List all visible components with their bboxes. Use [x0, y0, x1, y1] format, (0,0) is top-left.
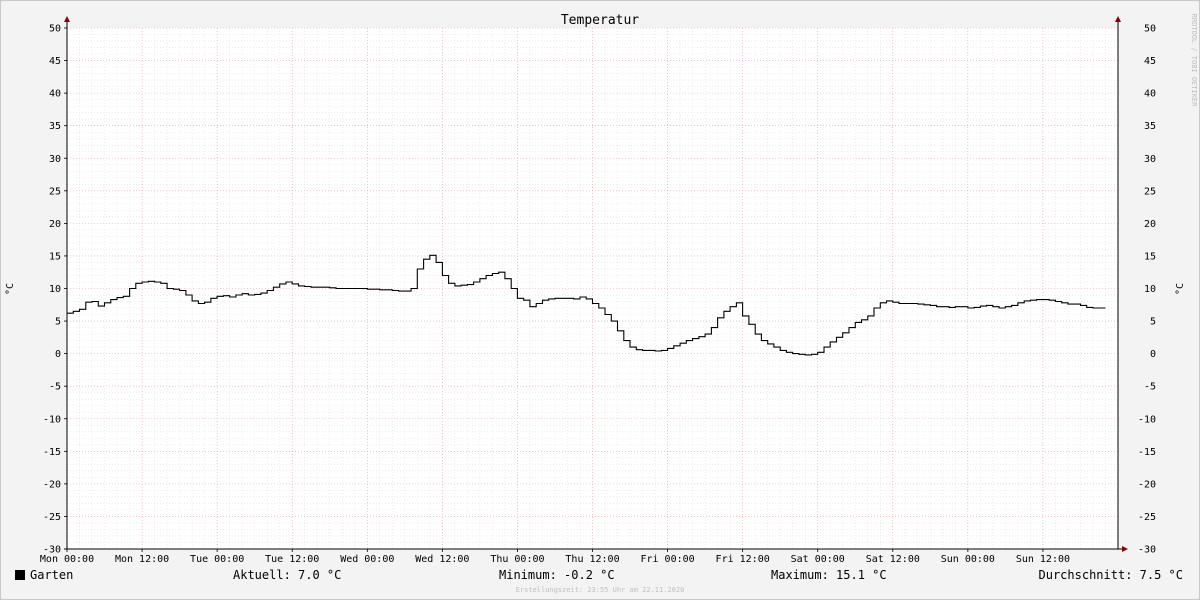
x-tick-label: Mon 00:00 [40, 554, 94, 565]
x-tick-label: Sat 12:00 [866, 554, 920, 565]
y-tick-label-right: -20 [1138, 479, 1156, 490]
y-tick-label-right: -15 [1138, 447, 1156, 458]
y-tick-label-left: 20 [49, 219, 61, 230]
x-tick-label: Tue 00:00 [190, 554, 244, 565]
legend-aktuell: Aktuell: 7.0 °C [233, 568, 341, 582]
y-tick-label-left: 15 [49, 251, 61, 262]
y-tick-label-right: 40 [1144, 89, 1156, 100]
x-axis: Mon 00:00 Mon 12:00 Tue 00:00 Tue 12:00 Wed … [40, 554, 1070, 565]
y-tick-label-left: 25 [49, 186, 61, 197]
y-tick-label-right: 25 [1144, 186, 1156, 197]
y-tick-label-right: -5 [1144, 382, 1156, 393]
y-tick-label-right: 35 [1144, 121, 1156, 132]
y-tick-label-left: 50 [49, 24, 61, 35]
y-tick-label-left: 45 [49, 56, 61, 67]
y-axis-left: 50454035302520151050-5-10-15-20-25-30 [43, 24, 61, 556]
chart-container: 50 45 40 35 30 25 20 15 10 5 0 -5 -10 -15 -20 -25 -30 50… [0, 0, 1200, 600]
y-tick-label-right: 20 [1144, 219, 1156, 230]
x-tick-label: Thu 12:00 [565, 554, 619, 565]
y-tick-label-right: 5 [1150, 317, 1156, 328]
watermark: RRDTOOL / TOBI OETIKER [1190, 14, 1198, 108]
chart-title: Temperatur [561, 13, 639, 28]
legend-swatch-garten [15, 570, 25, 580]
y-tick-label-left: -5 [49, 382, 61, 393]
x-tick-label: Fri 00:00 [640, 554, 694, 565]
y-tick-label-right: 50 [1144, 24, 1156, 35]
y-axis-arrow-right [1115, 16, 1121, 22]
y-tick-label-left: 5 [55, 317, 61, 328]
legend-series-name: Garten [30, 568, 73, 582]
y-tick-label-right: -10 [1138, 414, 1156, 425]
y-tick-label-left: -15 [43, 447, 61, 458]
x-tick-label: Wed 12:00 [415, 554, 469, 565]
x-tick-label: Thu 00:00 [490, 554, 544, 565]
x-tick-label: Sat 00:00 [791, 554, 845, 565]
legend-durchschnitt: Durchschnitt: 7.5 °C [1039, 568, 1184, 582]
y-tick-label-left: 35 [49, 121, 61, 132]
y-tick-label-right: 15 [1144, 251, 1156, 262]
legend-maximum: Maximum: 15.1 °C [771, 568, 887, 582]
legend-minimum: Minimum: -0.2 °C [499, 568, 615, 582]
y-axis-arrow-left [64, 16, 70, 22]
x-tick-label: Tue 12:00 [265, 554, 319, 565]
x-tick-label: Sun 12:00 [1016, 554, 1070, 565]
y-tick-label-left: 40 [49, 89, 61, 100]
y-tick-label-right: 10 [1144, 284, 1156, 295]
y-tick-label-left: -20 [43, 479, 61, 490]
y-tick-label-right: 30 [1144, 154, 1156, 165]
y-tick-label-left: -10 [43, 414, 61, 425]
x-tick-label: Wed 00:00 [340, 554, 394, 565]
y-tick-label-left: 0 [55, 349, 61, 360]
y-tick-label-left: 30 [49, 154, 61, 165]
y-tick-label-right: 45 [1144, 56, 1156, 67]
temperature-chart: 50454035302520151050-5-10-15-20-25-30 50… [5, 13, 1198, 594]
x-tick-label: Fri 12:00 [716, 554, 770, 565]
footer-timestamp: Erstellungszeit: 23:55 Uhr am 22.11.2020 [516, 586, 685, 594]
x-tick-label: Mon 12:00 [115, 554, 169, 565]
y-tick-label-left: -25 [43, 512, 61, 523]
y-axis-label-right: °C [1175, 283, 1186, 295]
y-tick-label-right: -25 [1138, 512, 1156, 523]
y-tick-label-right: 0 [1150, 349, 1156, 360]
x-tick-label: Sun 00:00 [941, 554, 995, 565]
x-axis-arrow [1122, 546, 1128, 552]
y-axis-label-left: °C [5, 283, 16, 295]
y-tick-label-left: 10 [49, 284, 61, 295]
y-axis-right: 50454035302520151050-5-10-15-20-25-30 [1138, 24, 1156, 556]
y-tick-label-right: -30 [1138, 545, 1156, 556]
